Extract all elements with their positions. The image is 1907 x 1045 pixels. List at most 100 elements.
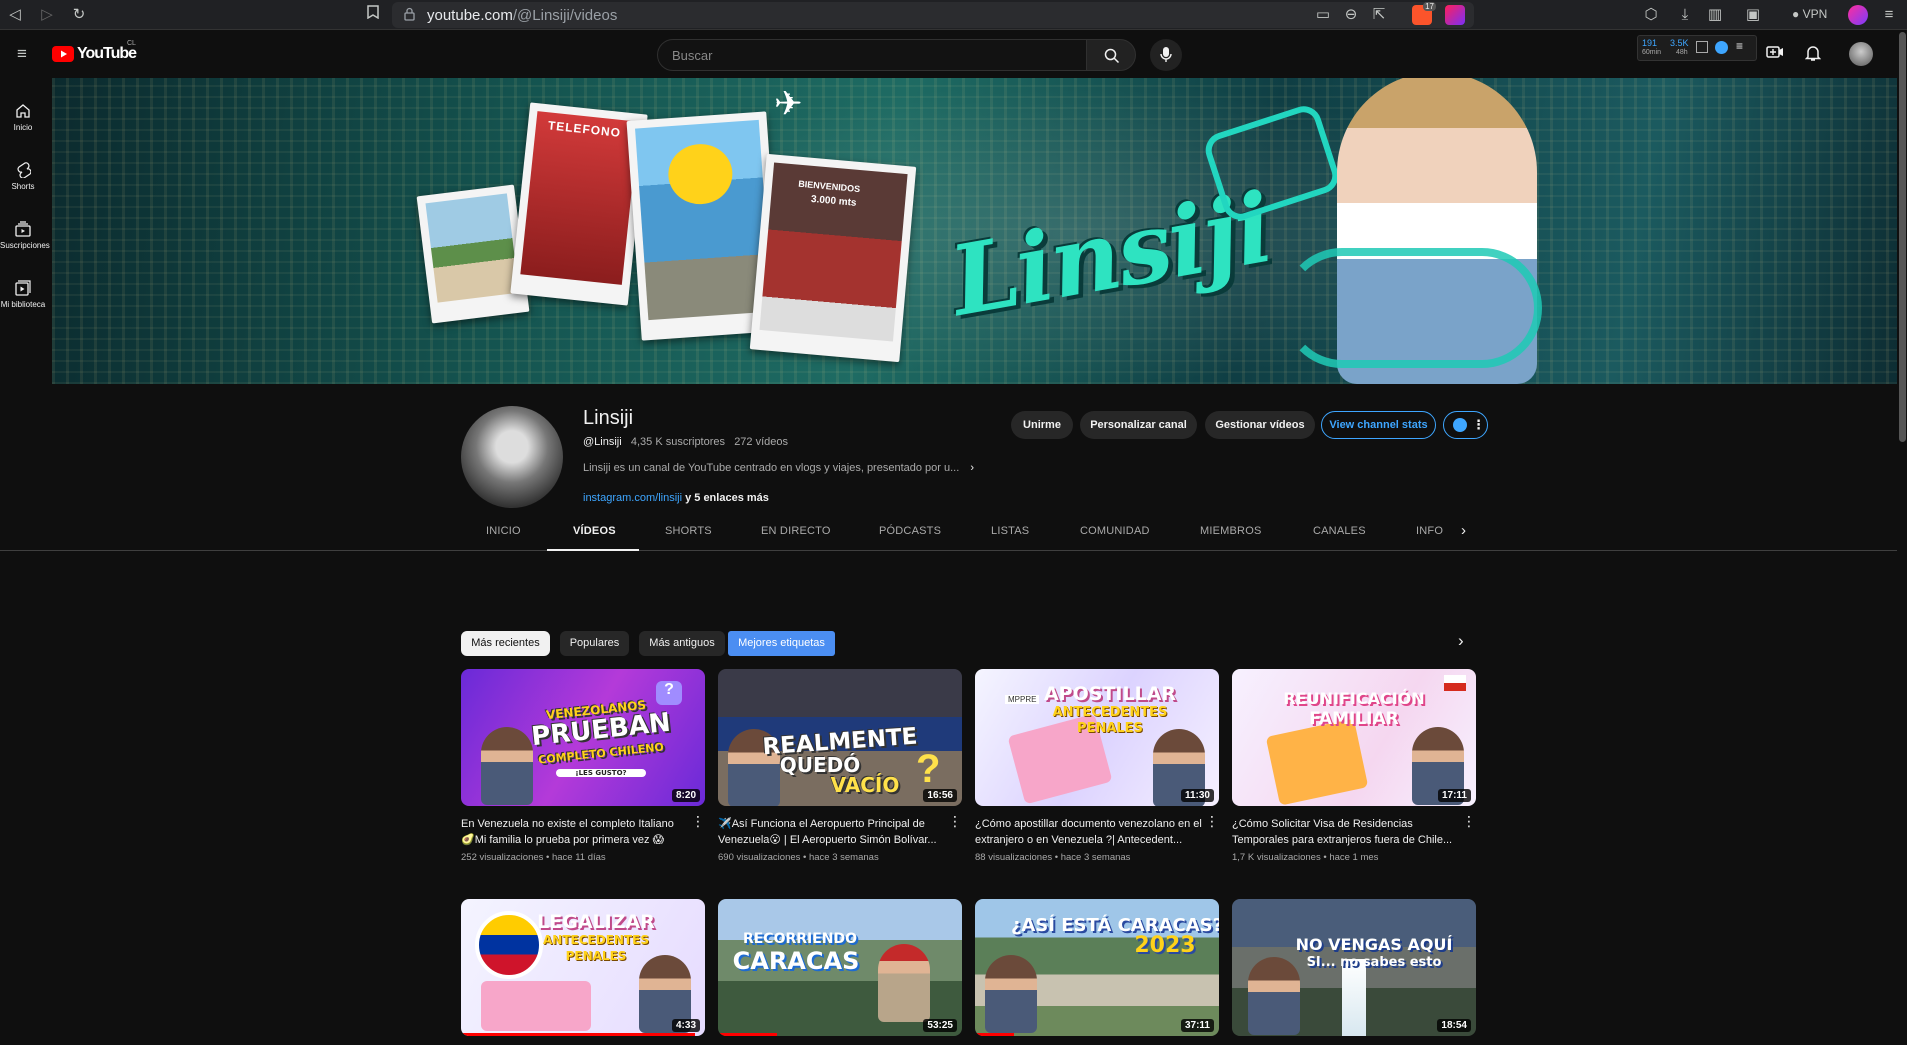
watch-progress-bar xyxy=(975,1033,1015,1036)
sidebar-icon[interactable]: ▥ xyxy=(1704,4,1726,26)
video-thumbnail[interactable]: REALMENTE QUEDÓ VACÍO ? 16:56 xyxy=(718,669,962,806)
extension-options-button[interactable]: ⋮ xyxy=(1443,411,1488,439)
search-button[interactable] xyxy=(1086,39,1136,71)
bookmark-icon[interactable] xyxy=(362,4,384,26)
video-card[interactable]: REALMENTE QUEDÓ VACÍO ? 16:56 ✈️Así Func… xyxy=(718,669,962,863)
notifications-bell-icon[interactable] xyxy=(1804,44,1822,67)
search-icon xyxy=(1104,48,1120,64)
chart-icon xyxy=(1696,41,1708,53)
video-title[interactable]: ¿Cómo Solicitar Visa de Residencias Temp… xyxy=(1232,816,1476,848)
chip-populares[interactable]: Populares xyxy=(560,631,629,656)
channel-avatar[interactable] xyxy=(461,406,563,508)
tabs-scroll-right-icon[interactable]: › xyxy=(1461,522,1466,539)
channel-description[interactable]: Linsiji es un canal de YouTube centrado … xyxy=(583,462,974,474)
video-card[interactable]: NO VENGAS AQUÍ SI... no sabes esto 18:54 xyxy=(1232,899,1476,1036)
video-card[interactable]: VENEZOLANOS PRUEBAN COMPLETO CHILENO ¡LE… xyxy=(461,669,705,863)
tab-en-directo[interactable]: EN DIRECTO xyxy=(761,525,831,537)
customize-channel-button[interactable]: Personalizar canal xyxy=(1080,411,1197,439)
tab-listas[interactable]: LISTAS xyxy=(991,525,1029,537)
manage-videos-button[interactable]: Gestionar vídeos xyxy=(1205,411,1315,439)
scrollbar-thumb[interactable] xyxy=(1899,32,1906,442)
tab-shorts[interactable]: SHORTS xyxy=(665,525,712,537)
video-more-icon[interactable]: ⋮ xyxy=(1462,814,1476,828)
extension-logo-icon xyxy=(1715,41,1728,54)
chips-next-icon[interactable]: › xyxy=(1458,631,1464,651)
vpn-button[interactable]: ● VPN xyxy=(1792,7,1827,21)
video-card[interactable]: REUNIFICACIÓN FAMILIAR 17:11 ¿Cómo Solic… xyxy=(1232,669,1476,863)
banner-photo-welcome: BIENVENIDOS 3.000 mts xyxy=(749,153,917,363)
forward-icon[interactable]: ▷ xyxy=(36,4,58,26)
tab-inicio[interactable]: INICIO xyxy=(486,525,521,537)
video-thumbnail[interactable]: RECORRIENDO CARACAS 53:25 xyxy=(718,899,962,1036)
question-mark-icon: ? xyxy=(916,747,941,791)
thumbnail-person xyxy=(985,955,1037,1033)
user-avatar[interactable] xyxy=(1849,42,1873,66)
tab-comunidad[interactable]: COMUNIDAD xyxy=(1080,525,1150,537)
instagram-link[interactable]: instagram.com/linsiji xyxy=(583,492,682,504)
sidebar-item-shorts[interactable]: Shorts xyxy=(0,152,46,202)
tab-canales[interactable]: CANALES xyxy=(1313,525,1366,537)
sidebar-item-library[interactable]: Mi biblioteca xyxy=(0,270,46,320)
video-thumbnail[interactable]: NO VENGAS AQUÍ SI... no sabes esto 18:54 xyxy=(1232,899,1476,1036)
video-card[interactable]: LEGALIZAR ANTECEDENTES PENALES 4:33 xyxy=(461,899,705,1036)
address-bar[interactable]: youtube.com/@Linsiji/videos ▭ ⊖ ⇱ xyxy=(392,2,1474,28)
sidebar-item-home[interactable]: Inicio xyxy=(0,93,46,143)
video-meta: 690 visualizaciones • hace 3 semanas xyxy=(718,852,879,863)
wallet-icon[interactable]: ▣ xyxy=(1742,4,1764,26)
chip-mas-antiguos[interactable]: Más antiguos xyxy=(639,631,725,656)
stats-extension-widget[interactable]: 191 60min 3.5K 48h ≡ xyxy=(1637,35,1757,61)
channel-meta: @Linsiji 4,35 K suscriptores 272 vídeos xyxy=(583,436,788,448)
youtube-logo[interactable]: YouTube CL xyxy=(52,40,137,67)
video-title[interactable]: En Venezuela no existe el completo Itali… xyxy=(461,816,705,848)
menu-icon[interactable]: ≡ xyxy=(1878,4,1900,26)
tab-miembros[interactable]: MIEMBROS xyxy=(1200,525,1262,537)
sidebar: Inicio Shorts Suscripciones Mi bibliotec… xyxy=(0,78,52,1045)
chip-mas-recientes[interactable]: Más recientes xyxy=(461,631,550,656)
voice-search-button[interactable] xyxy=(1150,39,1182,71)
tab-info[interactable]: INFO xyxy=(1416,525,1443,537)
back-icon[interactable]: ◁ xyxy=(4,4,26,26)
video-thumbnail[interactable]: VENEZOLANOS PRUEBAN COMPLETO CHILENO ¡LE… xyxy=(461,669,705,806)
extension-logo-icon xyxy=(1453,418,1467,432)
subscriptions-icon xyxy=(15,221,31,237)
reload-icon[interactable]: ↻ xyxy=(68,4,90,26)
video-count: 272 vídeos xyxy=(734,436,789,448)
create-video-icon[interactable] xyxy=(1766,45,1784,64)
video-more-icon[interactable]: ⋮ xyxy=(1205,814,1219,828)
tab-videos[interactable]: VÍDEOS xyxy=(573,525,616,537)
video-thumbnail[interactable]: APOSTILLAR ANTECEDENTES PENALES MPPRE 11… xyxy=(975,669,1219,806)
hamburger-menu-icon[interactable]: ≡ xyxy=(11,43,33,65)
video-card[interactable]: ¿ASÍ ESTÁ CARACAS? 2023 37:11 xyxy=(975,899,1219,1036)
video-card[interactable]: APOSTILLAR ANTECEDENTES PENALES MPPRE 11… xyxy=(975,669,1219,863)
search-input[interactable]: Buscar xyxy=(657,39,1087,71)
video-title[interactable]: ¿Cómo apostillar documento venezolano en… xyxy=(975,816,1219,848)
watch-progress-bar xyxy=(461,1033,696,1036)
cast-icon[interactable]: ▭ xyxy=(1312,4,1334,26)
document-illustration xyxy=(481,981,591,1031)
more-vertical-icon: ⋮ xyxy=(1472,417,1485,432)
channel-name: Linsiji xyxy=(583,407,634,429)
chip-mejores-etiquetas[interactable]: Mejores etiquetas xyxy=(728,631,835,656)
list-icon[interactable]: ≡ xyxy=(1736,39,1743,53)
subscriber-count: 4,35 K suscriptores xyxy=(630,436,726,448)
tab-podcasts[interactable]: PÓDCASTS xyxy=(879,525,941,537)
video-thumbnail[interactable]: ¿ASÍ ESTÁ CARACAS? 2023 37:11 xyxy=(975,899,1219,1036)
download-icon[interactable]: ⤓ xyxy=(1674,4,1696,26)
video-thumbnail[interactable]: REUNIFICACIÓN FAMILIAR 17:11 xyxy=(1232,669,1476,806)
brave-shields-icon[interactable]: 17 xyxy=(1412,2,1436,25)
video-card[interactable]: RECORRIENDO CARACAS 53:25 xyxy=(718,899,962,1036)
sidebar-item-subscriptions[interactable]: Suscripciones xyxy=(0,211,50,261)
profile-avatar[interactable] xyxy=(1848,5,1868,25)
video-thumbnail[interactable]: LEGALIZAR ANTECEDENTES PENALES 4:33 xyxy=(461,899,705,1036)
brave-rewards-icon[interactable] xyxy=(1445,5,1465,25)
view-channel-stats-button[interactable]: View channel stats xyxy=(1321,411,1436,439)
video-title[interactable]: ✈️Así Funciona el Aeropuerto Principal d… xyxy=(718,816,962,848)
zoom-icon[interactable]: ⊖ xyxy=(1340,4,1362,26)
video-more-icon[interactable]: ⋮ xyxy=(948,814,962,828)
extensions-icon[interactable]: ⬡ xyxy=(1640,4,1662,26)
share-icon[interactable]: ⇱ xyxy=(1368,4,1390,26)
video-more-icon[interactable]: ⋮ xyxy=(691,814,705,828)
more-links[interactable]: y 5 enlaces más xyxy=(685,492,769,504)
question-mark-icon: ? xyxy=(656,681,682,705)
join-button[interactable]: Unirme xyxy=(1011,411,1073,439)
